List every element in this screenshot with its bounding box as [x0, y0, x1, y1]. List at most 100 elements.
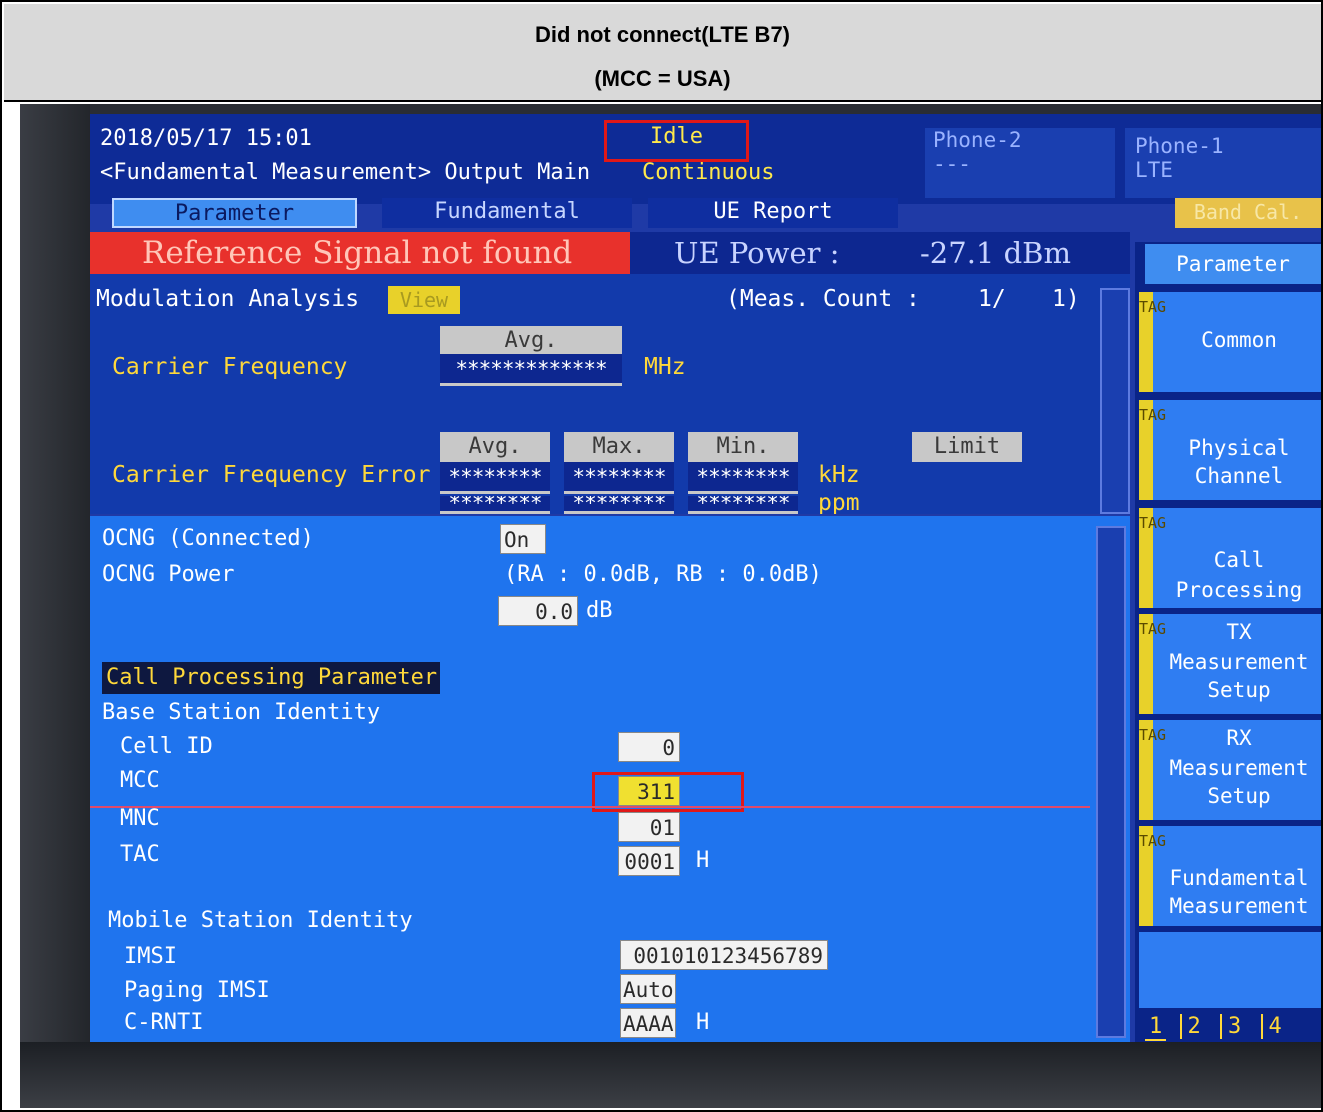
ue-power-label: UE Power :	[674, 236, 840, 270]
imsi-label: IMSI	[124, 944, 177, 969]
tag-marker: TAG	[1139, 292, 1166, 392]
menu-physical-channel-button[interactable]: TAG Physical Channel	[1139, 400, 1321, 500]
carrier-frequency-label: Carrier Frequency	[112, 354, 348, 380]
tac-input[interactable]: 0001	[618, 846, 680, 876]
ocng-label: OCNG (Connected)	[102, 526, 314, 551]
ocng-toggle[interactable]: On	[500, 524, 546, 554]
menu-tx-setup-button[interactable]: TAG TX Measurement Setup	[1139, 614, 1321, 714]
meas-count-value: 1/	[978, 286, 1006, 312]
datetime: 2018/05/17 15:01	[100, 126, 312, 151]
menu-tx-label-3: Setup	[1207, 678, 1271, 702]
cell-id-input[interactable]: 0	[618, 732, 680, 762]
cfe-ppm-unit: ppm	[818, 496, 860, 514]
instrument-screen: 2018/05/17 15:01 <Fundamental Measuremen…	[90, 114, 1321, 1042]
status-header: 2018/05/17 15:01 <Fundamental Measuremen…	[90, 114, 1321, 204]
menu-call-label-2: Processing	[1175, 578, 1303, 602]
cursor-line	[90, 806, 1090, 808]
mnc-input[interactable]: 01	[618, 812, 680, 842]
mnc-label: MNC	[120, 806, 160, 831]
menu-fundamental-measurement-button[interactable]: TAG Fundamental Measurement	[1139, 826, 1321, 926]
crnti-unit: H	[696, 1010, 710, 1035]
phone2-value: ---	[933, 152, 971, 176]
phone1-title: Phone-1	[1135, 134, 1224, 158]
reference-signal-alert: Reference Signal not found	[90, 232, 630, 274]
min-col-header: Min.	[688, 432, 798, 462]
tab-band-cal[interactable]: Band Cal.	[1175, 198, 1321, 228]
page-1-button[interactable]: 1	[1145, 1014, 1167, 1041]
modulation-title: Modulation Analysis	[96, 286, 360, 312]
caption-title: Did not connect(LTE B7)	[534, 22, 791, 47]
continuous-label: Continuous	[642, 160, 775, 185]
phone2-panel[interactable]: Phone-2 ---	[925, 128, 1115, 198]
limit-col-header: Limit	[912, 432, 1022, 462]
ocng-power-unit: dB	[586, 598, 613, 623]
tac-unit: H	[696, 848, 710, 873]
lower-scrollbar[interactable]	[1096, 526, 1126, 1038]
avg-header: Avg.	[440, 326, 622, 356]
tab-fundamental[interactable]: Fundamental	[382, 198, 632, 228]
crnti-input[interactable]: AAAA	[620, 1008, 676, 1038]
imsi-input[interactable]: 001010123456789	[620, 940, 828, 970]
menu-blank-button[interactable]	[1139, 932, 1321, 1008]
cfe-avg-value: ********	[440, 462, 550, 494]
figure-frame: Did not connect(LTE B7) (MCC = USA) 2018…	[0, 0, 1323, 1112]
menu-rx-label-1: RX	[1226, 726, 1252, 750]
ue-power-readout: UE Power : -27.1 dBm	[630, 232, 1130, 274]
status-highlight-box	[604, 120, 749, 162]
modulation-analysis-panel: Modulation Analysis View (Meas. Count : …	[90, 274, 1130, 514]
tag-marker: TAG	[1139, 508, 1166, 608]
ue-power-value: -27.1 dBm	[920, 236, 1071, 270]
menu-physical-label-1: Physical	[1188, 436, 1290, 460]
menu-common-label: Common	[1201, 328, 1277, 352]
upper-scrollbar[interactable]	[1100, 288, 1130, 514]
page-2-button[interactable]: 2	[1179, 1014, 1207, 1039]
cfe-ppm-avg: ********	[440, 496, 550, 514]
menu-rx-setup-button[interactable]: TAG RX Measurement Setup	[1139, 720, 1321, 820]
cfe-max-value: ********	[564, 462, 674, 494]
tab-parameter[interactable]: Parameter	[112, 198, 357, 228]
ocng-power-label: OCNG Power	[102, 562, 235, 587]
carrier-frequency-unit: MHz	[644, 354, 686, 380]
caption-subtitle: (MCC = USA)	[594, 66, 731, 91]
page-4-button[interactable]: 4	[1260, 1014, 1288, 1039]
menu-rx-label-2: Measurement	[1169, 756, 1309, 780]
phone1-panel[interactable]: Phone-1 LTE	[1125, 128, 1321, 198]
menu-rx-label-3: Setup	[1207, 784, 1271, 808]
menu-call-processing-button[interactable]: TAG Call Processing	[1139, 508, 1321, 608]
page-3-button[interactable]: 3	[1220, 1014, 1248, 1039]
ocng-power-detail: (RA : 0.0dB, RB : 0.0dB)	[504, 562, 822, 587]
meas-count-label: (Meas. Count :	[726, 286, 920, 312]
view-button[interactable]: View	[388, 286, 460, 314]
tag-marker: TAG	[1139, 826, 1166, 926]
cfe-min-value: ********	[688, 462, 798, 494]
menu-tx-label-1: TX	[1226, 620, 1252, 644]
section-title: Call Processing Parameter	[102, 662, 440, 694]
menu-fund-label-1: Fundamental	[1169, 866, 1309, 890]
menu-tx-label-2: Measurement	[1169, 650, 1309, 674]
paging-imsi-input[interactable]: Auto	[620, 974, 676, 1004]
max-col-header: Max.	[564, 432, 674, 462]
bezel-left	[20, 104, 90, 1108]
mcc-label: MCC	[120, 768, 160, 793]
carrier-frequency-value: *************	[440, 354, 622, 386]
instrument-photo: 2018/05/17 15:01 <Fundamental Measuremen…	[20, 104, 1321, 1108]
phone2-title: Phone-2	[933, 128, 1022, 152]
mode-label: <Fundamental Measurement> Output Main	[100, 160, 591, 185]
call-processing-panel: OCNG (Connected) On OCNG Power (RA : 0.0…	[90, 516, 1130, 1042]
carrier-frequency-error-label: Carrier Frequency Error	[112, 462, 431, 488]
menu-fund-label-2: Measurement	[1169, 894, 1309, 918]
cfe-ppm-max: ********	[564, 496, 674, 514]
menu-common-button[interactable]: TAG Common	[1139, 292, 1321, 392]
cell-id-label: Cell ID	[120, 734, 213, 759]
tag-marker: TAG	[1139, 614, 1166, 714]
tag-marker: TAG	[1139, 400, 1166, 500]
tab-ue-report[interactable]: UE Report	[648, 198, 898, 228]
ocng-power-input[interactable]: 0.0	[498, 596, 578, 626]
avg-col-header: Avg.	[440, 432, 550, 462]
crnti-label: C-RNTI	[124, 1010, 204, 1035]
caption-header: Did not connect(LTE B7) (MCC = USA)	[4, 4, 1321, 102]
cfe-ppm-min: ********	[688, 496, 798, 514]
soft-key-menu: Parameter TAG Common TAG Physical Channe…	[1135, 242, 1321, 1042]
tac-label: TAC	[120, 842, 160, 867]
page-selector: 1 2 3 4	[1145, 1014, 1321, 1041]
